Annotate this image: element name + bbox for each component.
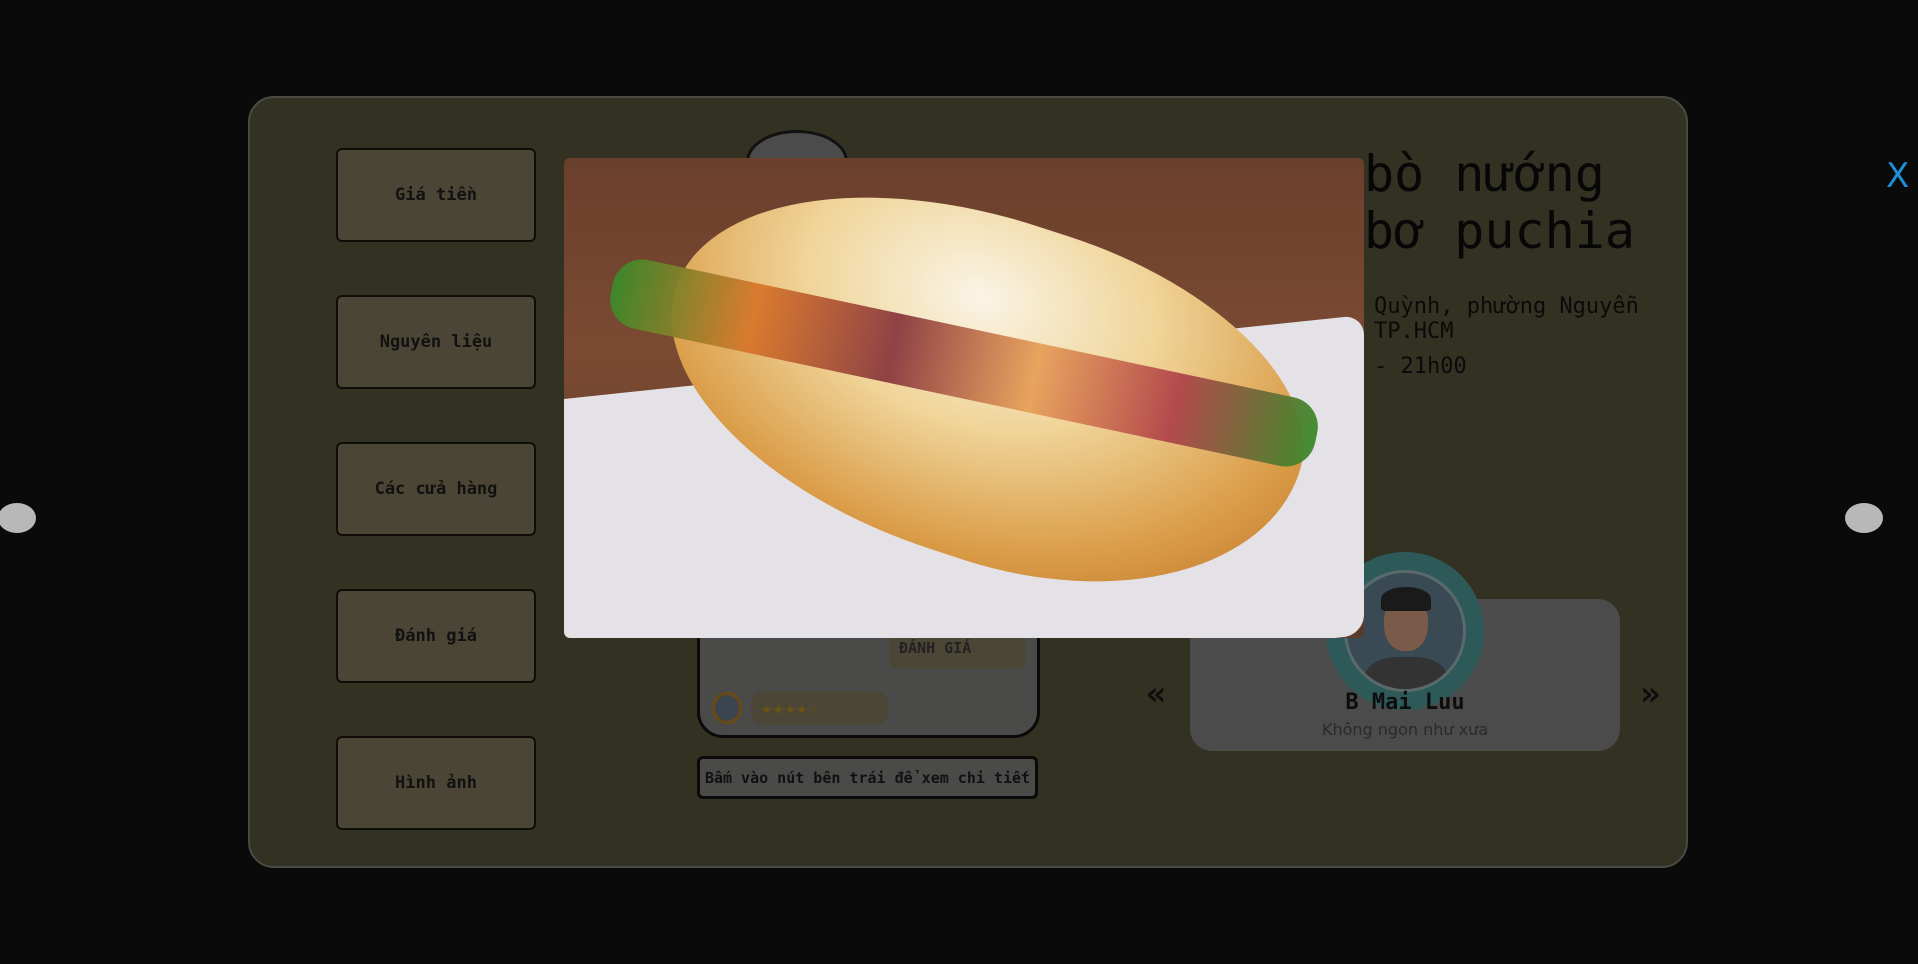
hint-text: Bấm vào nút bên trái để xem chi tiết [697, 756, 1038, 799]
store-address: Quỳnh, phường Nguyễn TP.HCM [1374, 294, 1639, 344]
review-text: Không ngon như xưa [1321, 720, 1489, 739]
star-rating: ★★★★☆ [751, 691, 888, 725]
review-next-button[interactable]: » [1640, 674, 1660, 714]
nav-button-stores[interactable]: Các cửa hàng [336, 442, 536, 536]
review-prev-button[interactable]: « [1146, 674, 1166, 714]
reviewer-name: B Mai Luu [1345, 690, 1465, 715]
store-hours: - 21h00 [1374, 354, 1467, 379]
store-title: bò nướng bơ puchia [1364, 145, 1635, 260]
bot-icon [712, 692, 742, 724]
nav-button-images[interactable]: Hình ảnh [336, 736, 536, 830]
nav-button-price[interactable]: Giá tiền [336, 148, 536, 242]
lightbox-image [564, 158, 1364, 638]
lightbox-next-button[interactable] [1845, 503, 1883, 533]
lightbox-prev-button[interactable] [0, 503, 36, 533]
nav-button-ingredients[interactable]: Nguyên liệu [336, 295, 536, 389]
nav-button-reviews[interactable]: Đánh giá [336, 589, 536, 683]
close-icon[interactable]: X [1886, 156, 1909, 196]
